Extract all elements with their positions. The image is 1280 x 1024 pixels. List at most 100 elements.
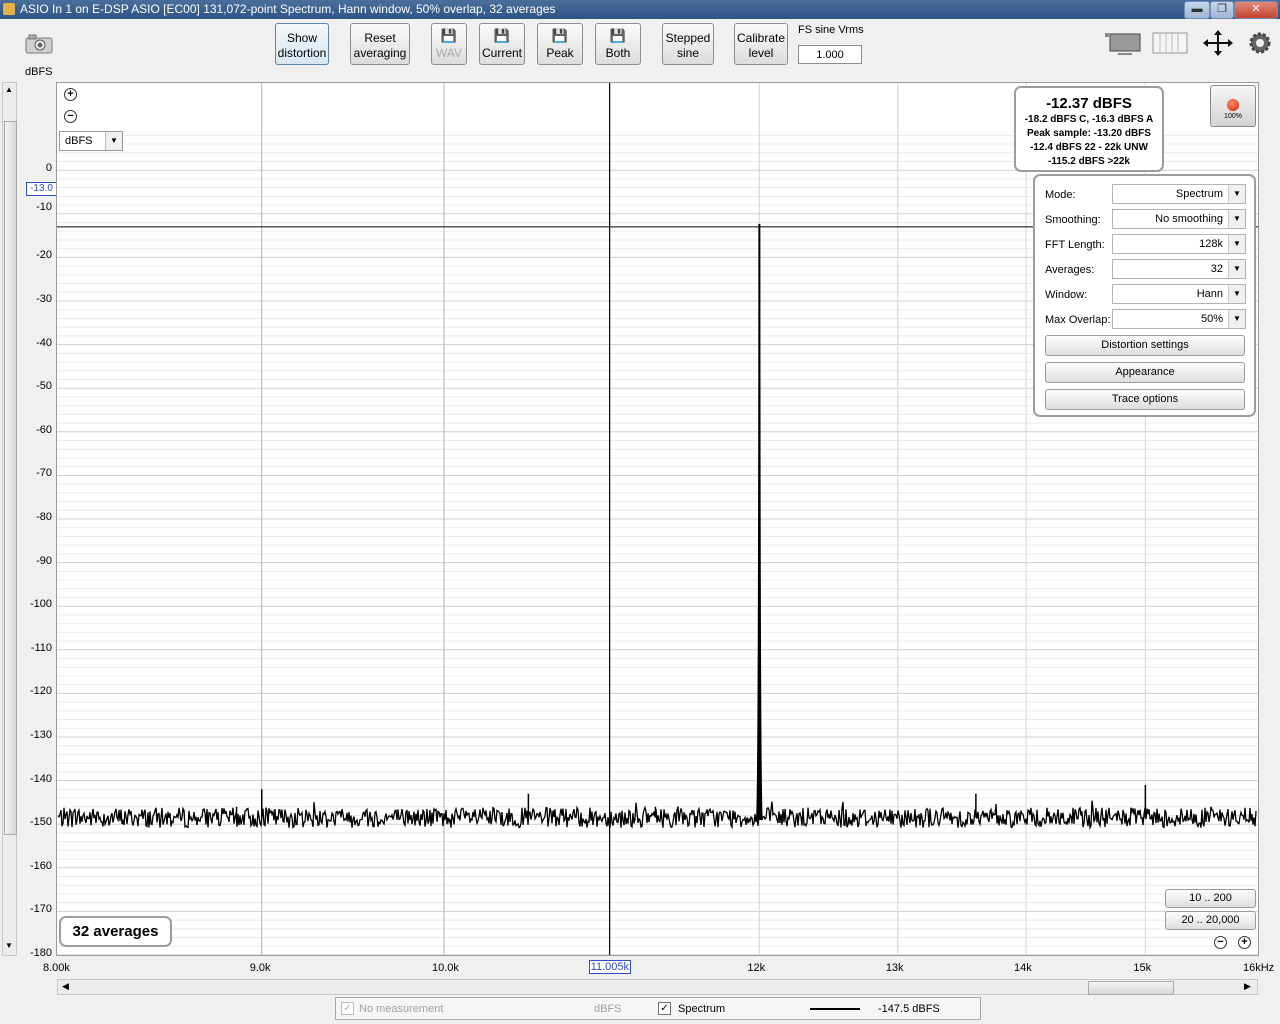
no-measurement-unit: dBFS	[594, 1003, 622, 1015]
reset-averaging-label-2: averaging	[353, 46, 407, 60]
window-title: ASIO In 1 on E-DSP ASIO [EC00] 131,072-p…	[20, 2, 556, 16]
chevron-down-icon: ▼	[1228, 235, 1245, 253]
mode-select[interactable]: Spectrum ▼	[1112, 184, 1246, 204]
y-tick-label: -50	[36, 380, 52, 393]
hscroll-thumb[interactable]	[1088, 981, 1174, 995]
x-tick-label: 16kHz	[1243, 962, 1275, 974]
y-tick-label: -170	[29, 903, 52, 916]
scroll-down-arrow[interactable]: ▼	[5, 941, 13, 950]
chevron-down-icon: ▼	[1228, 260, 1245, 278]
chevron-down-icon: ▼	[1228, 210, 1245, 228]
spectrum-value: -147.5 dBFS	[878, 1003, 940, 1015]
layout-graph-icon[interactable]	[1104, 30, 1142, 56]
scroll-left-arrow[interactable]: ◀	[62, 981, 69, 992]
x-tick-label: 8.00k	[43, 962, 70, 974]
appearance-button[interactable]: Appearance	[1045, 362, 1245, 383]
averages-value: 32	[1210, 263, 1223, 275]
x-tick-label: 12k	[747, 962, 766, 974]
y-tick-label: -100	[29, 598, 52, 611]
cursor-y-readout: -13.0	[26, 182, 57, 196]
max-overlap-select[interactable]: 50% ▼	[1112, 309, 1246, 329]
spectrum-checkbox[interactable]: ✓	[658, 1002, 671, 1015]
layout-panels-icon[interactable]	[1152, 32, 1188, 54]
fs-sine-input[interactable]: 1.000	[798, 45, 862, 64]
y-tick-label: -110	[30, 641, 52, 654]
camera-icon[interactable]	[25, 34, 53, 54]
app-icon	[3, 3, 15, 15]
window-label: Window:	[1045, 289, 1088, 301]
calibrate-level-label-1: Calibrate	[736, 31, 786, 45]
range-20-20000-button[interactable]: 20 .. 20,000	[1165, 911, 1256, 930]
wav-button[interactable]: 💾 WAV	[431, 23, 467, 65]
fft-length-select[interactable]: 128k ▼	[1112, 234, 1246, 254]
show-distortion-label-1: Show	[286, 31, 318, 45]
save-current-button[interactable]: 💾 Current	[479, 23, 525, 65]
cursor-x-readout: 11.005k	[588, 960, 631, 974]
y-tick-label: -130	[29, 729, 52, 741]
smoothing-value: No smoothing	[1155, 213, 1223, 225]
stepped-sine-button[interactable]: Stepped sine	[662, 23, 714, 65]
x-tick-label: 15k	[1133, 962, 1152, 974]
show-distortion-button[interactable]: Show distortion	[275, 23, 329, 65]
chevron-down-icon: ▼	[1228, 185, 1245, 203]
x-tick-label: 10.0k	[431, 962, 459, 974]
window-select[interactable]: Hann ▼	[1112, 284, 1246, 304]
calibrate-level-label-2: level	[748, 46, 774, 60]
scroll-right-arrow[interactable]: ▶	[1244, 981, 1251, 992]
distortion-settings-button[interactable]: Distortion settings	[1045, 335, 1245, 356]
y-tick-label: -70	[36, 467, 52, 480]
mode-value: Spectrum	[1175, 188, 1223, 200]
zoom-out-icon[interactable]: −	[1214, 936, 1227, 949]
wav-label: WAV	[436, 46, 462, 60]
chevron-down-icon: ▼	[105, 132, 122, 150]
y-unit-label: dBFS	[25, 66, 53, 78]
maximize-button[interactable]: ❐	[1210, 1, 1234, 19]
y-tick-label: -30	[36, 293, 52, 305]
pan-arrows-icon[interactable]	[1200, 29, 1236, 57]
fs-sine-label: FS sine Vrms	[798, 24, 864, 36]
record-led-icon	[1227, 99, 1239, 111]
scroll-up-arrow[interactable]: ▲	[5, 85, 13, 94]
level-readout-panel: -12.37 dBFS -18.2 dBFS C, -16.3 dBFS A P…	[1014, 86, 1164, 172]
gear-icon[interactable]	[1248, 31, 1272, 55]
chevron-down-icon: ▼	[1228, 285, 1245, 303]
settings-panel: Mode: Spectrum ▼ Smoothing: No smoothing ▼…	[1033, 174, 1256, 417]
save-icon: 💾	[551, 28, 569, 43]
y-tick-label: -90	[36, 554, 52, 567]
no-measurement-checkbox[interactable]: ✓	[341, 1002, 354, 1015]
max-overlap-value: 50%	[1200, 313, 1223, 325]
stepped-sine-label-1: Stepped	[665, 31, 711, 45]
save-both-button[interactable]: 💾 Both	[595, 23, 641, 65]
save-icon: 💾	[493, 28, 511, 43]
minimize-button[interactable]: ▬	[1184, 1, 1210, 19]
level-unweighted-line: -12.4 dBFS 22 - 22k UNW	[1030, 142, 1148, 153]
save-icon: 💾	[440, 28, 458, 43]
close-button[interactable]: ✕	[1234, 1, 1278, 19]
reset-averaging-button[interactable]: Reset averaging	[350, 23, 410, 65]
zoom-in-icon[interactable]: +	[64, 88, 77, 101]
vertical-scrollbar[interactable]: ▲ ▼	[2, 82, 17, 956]
zoom-out-icon[interactable]: −	[64, 110, 77, 123]
units-select[interactable]: dBFS ▼	[59, 131, 123, 151]
record-percent: 100%	[1224, 113, 1242, 120]
record-indicator[interactable]: 100%	[1210, 85, 1256, 127]
save-peak-button[interactable]: 💾 Peak	[537, 23, 583, 65]
calibrate-level-button[interactable]: Calibrate level	[734, 23, 788, 65]
zoom-in-icon[interactable]: +	[1238, 936, 1251, 949]
x-tick-label: 9.0k	[249, 962, 271, 974]
no-measurement-label: No measurement	[359, 1003, 444, 1015]
range-10-200-button[interactable]: 10 .. 200	[1165, 889, 1256, 908]
trace-options-button[interactable]: Trace options	[1045, 389, 1245, 410]
y-tick-label: -150	[29, 816, 52, 829]
spectrum-label: Spectrum	[678, 1003, 726, 1015]
scroll-thumb[interactable]	[4, 121, 17, 835]
mode-label: Mode:	[1045, 189, 1076, 201]
x-tick-label: 14k	[1014, 962, 1032, 974]
horizontal-scrollbar[interactable]: ◀ ▶	[57, 979, 1258, 995]
smoothing-select[interactable]: No smoothing ▼	[1112, 209, 1246, 229]
show-distortion-label-2: distortion	[277, 46, 327, 60]
spectrum-peak	[755, 223, 763, 821]
averages-select[interactable]: 32 ▼	[1112, 259, 1246, 279]
save-icon: 💾	[609, 28, 627, 43]
window-value: Hann	[1196, 288, 1223, 300]
